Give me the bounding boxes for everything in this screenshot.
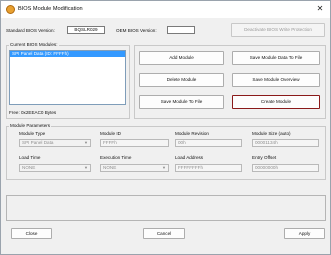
- module-type-value: SPI Panel Data: [22, 140, 54, 145]
- load-address-label: Load Address: [175, 155, 204, 160]
- execution-time-select[interactable]: NONE ▼: [100, 164, 169, 172]
- modules-list[interactable]: SPI Panel Data (ID: FFFFh): [9, 50, 126, 105]
- window-title: BIOS Module Modification: [18, 6, 83, 12]
- chevron-down-icon: ▼: [84, 165, 88, 170]
- list-item[interactable]: SPI Panel Data (ID: FFFFh): [10, 51, 125, 57]
- entry-offset-label: Entry Offset: [252, 155, 277, 160]
- execution-time-value: NONE: [103, 165, 117, 170]
- load-time-value: NONE: [22, 165, 36, 170]
- deactivate-write-protection-button[interactable]: Deactivate BIOS Write Protection: [231, 23, 325, 37]
- module-parameters-title: Module Parameters: [9, 123, 52, 129]
- apply-button[interactable]: Apply: [284, 228, 325, 239]
- module-size-label: Module Size (auto): [252, 131, 291, 136]
- close-button[interactable]: Close: [11, 228, 52, 239]
- save-module-overview-button[interactable]: Save Module Overview: [232, 73, 320, 87]
- module-type-select[interactable]: SPI Panel Data ▼: [19, 139, 91, 147]
- dialog-window: BIOS Module Modification ✕ Standard BIOS…: [0, 0, 331, 255]
- create-module-button[interactable]: Create Module: [232, 95, 320, 109]
- add-module-button[interactable]: Add Module: [139, 51, 224, 65]
- free-space-text: Free: 0x2EEAC0 Bytes: [9, 110, 57, 115]
- delete-module-button[interactable]: Delete Module: [139, 73, 224, 87]
- entry-offset-field[interactable]: 00000000h: [252, 164, 319, 172]
- save-module-data-button[interactable]: Save Module Data To File: [232, 51, 320, 65]
- load-time-select[interactable]: NONE ▼: [19, 164, 91, 172]
- chevron-down-icon: ▼: [162, 165, 166, 170]
- oem-version-field[interactable]: [167, 26, 195, 34]
- load-address-field[interactable]: FFFFFFFFh: [175, 164, 242, 172]
- module-id-field[interactable]: FFFFh: [100, 139, 169, 147]
- module-revision-field[interactable]: 00h: [175, 139, 242, 147]
- execution-time-label: Execution Time: [100, 155, 132, 160]
- status-area: [6, 195, 326, 221]
- bios-gear-icon: [6, 5, 15, 14]
- chevron-down-icon: ▼: [84, 140, 88, 145]
- close-window-button[interactable]: ✕: [313, 3, 327, 15]
- module-revision-label: Module Revision: [175, 131, 209, 136]
- save-module-to-file-button[interactable]: Save Module To File: [139, 95, 224, 109]
- module-id-label: Module ID: [100, 131, 121, 136]
- load-time-label: Load Time: [19, 155, 41, 160]
- standard-version-label: Standard BIOS Version:: [6, 28, 55, 33]
- module-type-label: Module Type: [19, 131, 46, 136]
- module-size-field[interactable]: 00001134h: [252, 139, 319, 147]
- cancel-button[interactable]: Cancel: [143, 228, 185, 239]
- oem-version-label: OEM BIOS Version:: [116, 28, 157, 33]
- modules-group-title: Current BIOS Modules:: [9, 42, 59, 48]
- title-bar: BIOS Module Modification ✕: [1, 1, 330, 18]
- standard-version-field[interactable]: BQSLR029: [67, 26, 105, 34]
